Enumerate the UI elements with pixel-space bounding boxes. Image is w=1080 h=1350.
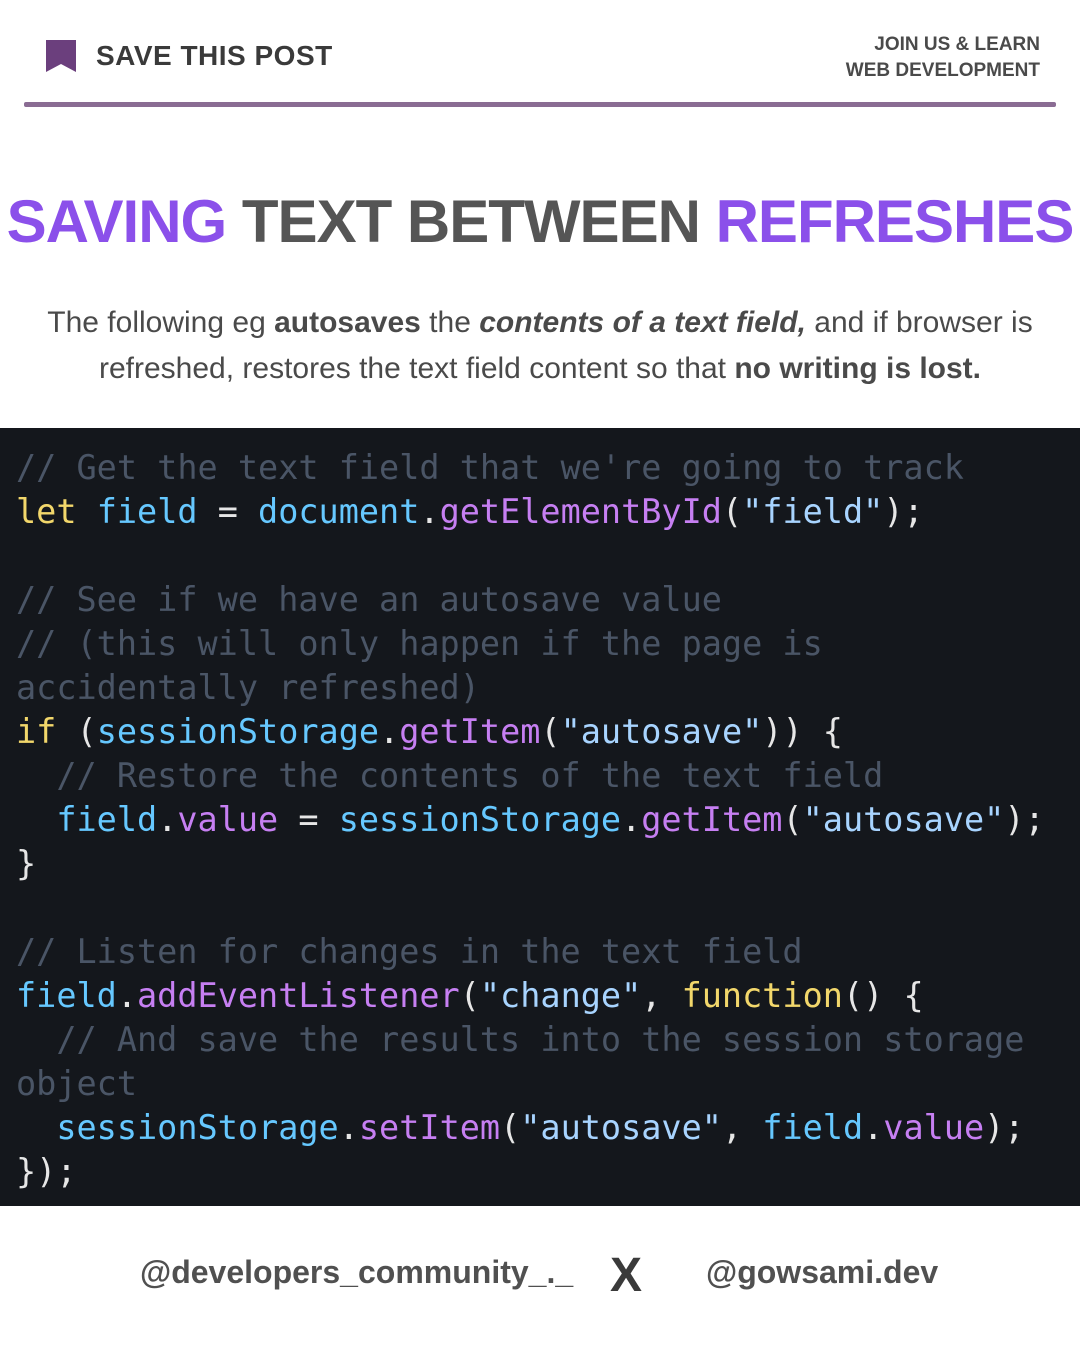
save-post-label: SAVE THIS POST	[96, 40, 333, 71]
desc-bold-2: no writing is lost.	[734, 352, 982, 385]
code-token: (	[500, 1108, 521, 1147]
code-token: function	[681, 976, 843, 1015]
code-line: accidentally refreshed)	[16, 666, 1045, 710]
code-token: =	[278, 800, 339, 839]
title-word-refreshes: REFRESHES	[715, 188, 1075, 255]
code-token: ,	[721, 1108, 763, 1147]
code-token: setItem	[358, 1108, 501, 1147]
code-token: // Restore the contents of the text fiel…	[16, 756, 884, 795]
code-token: .	[419, 492, 440, 531]
code-token: document	[258, 492, 420, 531]
code-token: value	[883, 1108, 985, 1147]
code-line: let field = document.getElementById("fie…	[16, 490, 1045, 534]
left-handle: @developers_community_._	[140, 1254, 574, 1290]
code-token: });	[16, 1152, 77, 1191]
header-divider	[24, 102, 1056, 107]
code-token: )) {	[762, 712, 843, 751]
code-block: // Get the text field that we're going t…	[0, 428, 1080, 1206]
code-token: object	[16, 1064, 138, 1103]
code-token: .	[379, 712, 400, 751]
code-token: (	[540, 712, 561, 751]
code-token: // And save the results into the session…	[16, 1020, 1025, 1059]
code-token: (	[721, 492, 743, 531]
code-token: getItem	[399, 712, 541, 751]
code-token: .	[863, 1108, 884, 1147]
title-middle: TEXT BETWEEN	[226, 188, 716, 255]
desc-part-1: The following eg	[47, 306, 275, 339]
code-token: sessionStorage	[338, 800, 622, 839]
code-token: accidentally refreshed)	[16, 668, 480, 707]
join-tagline: JOIN US & LEARN WEB DEVELOPMENT	[846, 32, 1040, 84]
code-token: // (this will only happen if the page is	[16, 624, 823, 663]
description: The following eg autosaves the contents …	[20, 300, 1060, 392]
join-line-1: JOIN US & LEARN	[874, 34, 1040, 55]
code-token: field	[96, 492, 198, 531]
code-line: field.value = sessionStorage.getItem("au…	[16, 798, 1045, 842]
code-line: field.addEventListener("change", functio…	[16, 974, 1045, 1018]
code-token: // Listen for changes in the text field	[16, 932, 803, 971]
join-line-2: WEB DEVELOPMENT	[845, 60, 1040, 81]
code-token: () {	[842, 976, 924, 1015]
code-token: "autosave"	[560, 712, 763, 751]
code-token: (	[56, 712, 97, 751]
post-header: SAVE THIS POST JOIN US & LEARN WEB DEVEL…	[0, 0, 1080, 110]
code-token: );	[1004, 800, 1045, 839]
code-token: "autosave"	[520, 1108, 722, 1147]
code-token: if	[16, 712, 57, 751]
desc-part-2: the	[420, 306, 480, 339]
bookmark-icon	[46, 40, 76, 72]
code-token: sessionStorage	[96, 712, 380, 751]
code-token: // Get the text field that we're going t…	[16, 448, 964, 487]
code-token: "change"	[479, 976, 642, 1015]
code-token: sessionStorage	[56, 1108, 339, 1147]
code-token: // See if we have an autosave value	[16, 580, 722, 619]
desc-bold-italic: contents of a text field,	[479, 306, 806, 339]
desc-bold-1: autosaves	[274, 306, 421, 339]
code-token: );	[883, 492, 924, 531]
code-token: (	[459, 976, 480, 1015]
code-token: .	[621, 800, 642, 839]
code-line: if (sessionStorage.getItem("autosave")) …	[16, 710, 1045, 754]
code-token: getElementById	[439, 492, 722, 531]
code-line: // Get the text field that we're going t…	[16, 446, 1045, 490]
code-token: .	[116, 976, 138, 1015]
code-line: });	[16, 1150, 1045, 1194]
code-token: .	[157, 800, 178, 839]
code-line: // Listen for changes in the text field	[16, 930, 1045, 974]
code-token: field	[762, 1108, 864, 1147]
code-token: );	[984, 1108, 1025, 1147]
code-token: field	[16, 976, 117, 1015]
page-title: SAVING TEXT BETWEEN REFRESHES	[0, 182, 1080, 262]
code-token: field	[56, 800, 158, 839]
code-token: }	[16, 844, 37, 883]
code-token: .	[338, 1108, 359, 1147]
code-line: }	[16, 842, 1045, 886]
code-token: value	[177, 800, 279, 839]
code-text: // Get the text field that we're going t…	[16, 446, 1045, 1194]
collab-separator: X	[610, 1249, 643, 1302]
code-token: "autosave"	[802, 800, 1005, 839]
code-line: sessionStorage.setItem("autosave", field…	[16, 1106, 1045, 1150]
code-token: addEventListener	[137, 976, 460, 1015]
code-token: getItem	[641, 800, 783, 839]
code-token: "field"	[742, 492, 884, 531]
code-token: (	[782, 800, 803, 839]
code-line: // See if we have an autosave value	[16, 578, 1045, 622]
code-line: object	[16, 1062, 1045, 1106]
code-token: let	[16, 492, 77, 531]
code-token: =	[197, 492, 259, 531]
code-line: // And save the results into the session…	[16, 1018, 1045, 1062]
save-post-button[interactable]: SAVE THIS POST	[44, 38, 333, 74]
code-line: // (this will only happen if the page is	[16, 622, 1045, 666]
title-word-saving: SAVING	[6, 188, 228, 255]
right-handle: @gowsami.dev	[706, 1254, 939, 1290]
code-line: // Restore the contents of the text fiel…	[16, 754, 1045, 798]
code-token: ,	[641, 976, 682, 1015]
